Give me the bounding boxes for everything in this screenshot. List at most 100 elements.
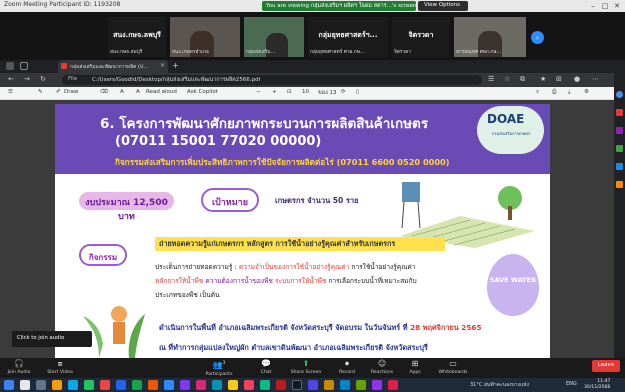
ask-copilot-button[interactable]: Ask Copilot bbox=[187, 89, 218, 95]
app-icon[interactable] bbox=[212, 380, 222, 390]
tooltip-text: Click to join audio bbox=[17, 335, 65, 341]
app-icon[interactable] bbox=[180, 380, 190, 390]
read-mode-icon[interactable]: ☰ bbox=[488, 75, 494, 83]
start-video-button[interactable]: ⧈ Start Video bbox=[44, 358, 76, 378]
page-number-input[interactable]: 10 bbox=[302, 89, 309, 95]
video-tile[interactable]: จิตรวดา จิตรวดา bbox=[392, 17, 450, 57]
tab-actions-icon[interactable] bbox=[20, 62, 28, 70]
chrome-icon[interactable] bbox=[84, 380, 94, 390]
zoom-icon[interactable] bbox=[164, 380, 174, 390]
maximize-icon[interactable]: □ bbox=[600, 1, 610, 11]
app-icon[interactable] bbox=[244, 380, 254, 390]
start-icon[interactable] bbox=[4, 380, 14, 390]
view-options-button[interactable]: View Options bbox=[418, 1, 468, 11]
pdf-settings-icon[interactable]: ⚙ bbox=[584, 89, 589, 95]
powerpoint-icon[interactable] bbox=[148, 380, 158, 390]
leave-button[interactable]: Leave bbox=[592, 360, 620, 372]
share-screen-button[interactable]: ⬆ Share Screen bbox=[288, 358, 324, 378]
fit-page-icon[interactable]: ⊡ bbox=[287, 89, 292, 95]
app-icon[interactable] bbox=[388, 380, 398, 390]
sidebar-app-icon[interactable] bbox=[616, 109, 623, 116]
page-view-icon[interactable]: ▯ bbox=[356, 89, 359, 95]
person-head bbox=[111, 306, 127, 322]
word-icon[interactable] bbox=[116, 380, 126, 390]
close-tab-icon[interactable]: ✕ bbox=[160, 62, 165, 69]
close-icon[interactable]: ✕ bbox=[612, 1, 622, 11]
url-field[interactable]: File C:/Users/GoodId/Desktop/กลุ่มส่งเสร… bbox=[62, 75, 482, 85]
browser-tab[interactable]: กลุ่มส่งเสริมและพัฒนาการผลิต (ป... ✕ bbox=[58, 60, 168, 73]
video-tile[interactable]: สนง.กษจ.ลพบุรี สนง.กษจ.ลพบุรี bbox=[108, 17, 166, 57]
print-icon[interactable]: ⎙ bbox=[552, 89, 556, 96]
body-line: หลักการให้น้ำพืช ความต้องการน้ำของพืช ระ… bbox=[155, 275, 417, 286]
file-explorer-icon[interactable] bbox=[52, 380, 62, 390]
profile-icon[interactable]: ● bbox=[574, 75, 580, 83]
back-icon[interactable]: ← bbox=[8, 75, 14, 83]
browser-menu-icon[interactable] bbox=[6, 62, 14, 70]
sidebar-app-icon[interactable] bbox=[616, 127, 623, 134]
edge-icon[interactable] bbox=[68, 380, 78, 390]
task-view-icon[interactable] bbox=[36, 380, 46, 390]
chat-icon: 💬 bbox=[261, 359, 271, 368]
app-icon[interactable] bbox=[356, 380, 366, 390]
video-tile[interactable]: สารสนเทศ ศพก.กษ... bbox=[454, 17, 526, 57]
topic-item: หลักการให้น้ำพืช bbox=[155, 277, 204, 285]
acrobat-icon[interactable] bbox=[100, 380, 110, 390]
sidebar-app-icon[interactable] bbox=[616, 163, 623, 170]
draw-icon[interactable]: ✐ bbox=[56, 89, 61, 95]
leaf-shape bbox=[128, 314, 145, 358]
tiktok-icon[interactable] bbox=[292, 380, 302, 390]
erase-icon[interactable]: ⌫ bbox=[100, 89, 108, 95]
video-tile[interactable]: กลุ่มยุทธศาสตร์ฯ... กลุ่มยุทธศาสตร์ ศวอ.… bbox=[308, 17, 388, 57]
participants-button[interactable]: 👥3 Participants bbox=[200, 358, 238, 378]
app-icon[interactable] bbox=[308, 380, 318, 390]
more-icon[interactable]: ⋯ bbox=[592, 75, 599, 83]
language-indicator[interactable]: ENG bbox=[566, 381, 577, 387]
search-icon[interactable] bbox=[20, 380, 30, 390]
app-icon[interactable] bbox=[372, 380, 382, 390]
app-icon[interactable] bbox=[196, 380, 206, 390]
highlight-icon[interactable]: ✎ bbox=[38, 89, 43, 95]
search-icon[interactable]: ⌕ bbox=[536, 89, 539, 96]
zoom-in-button[interactable]: + bbox=[272, 89, 277, 95]
app-icon[interactable] bbox=[340, 380, 350, 390]
draw-button[interactable]: Draw bbox=[64, 89, 78, 95]
read-aloud-button[interactable]: Read aloud bbox=[146, 89, 177, 95]
forward-icon[interactable]: → bbox=[24, 75, 30, 83]
read-aloud-icon[interactable]: A bbox=[136, 89, 140, 95]
system-clock[interactable]: 11:47 30/11/2566 bbox=[584, 379, 610, 391]
zoom-out-button[interactable]: − bbox=[256, 89, 261, 95]
app-icon[interactable] bbox=[324, 380, 334, 390]
body-line: ประเภทของพืช เป็นต้น bbox=[155, 291, 220, 299]
reactions-button[interactable]: ☺ Reactions bbox=[366, 358, 398, 378]
rotate-icon[interactable]: ⟳ bbox=[341, 89, 346, 95]
video-tile[interactable]: กลุ่มส่งเสริม... bbox=[244, 17, 304, 57]
record-button[interactable]: ⏺ Record bbox=[334, 358, 360, 378]
copilot-icon[interactable] bbox=[616, 91, 623, 98]
weather-widget[interactable]: 31°C ฝนฟ้าคะนองบางแห่ง bbox=[470, 381, 529, 389]
chevron-right-icon[interactable]: › bbox=[531, 31, 544, 44]
new-tab-icon[interactable]: + bbox=[172, 61, 179, 70]
app-icon[interactable] bbox=[276, 380, 286, 390]
excel-icon[interactable] bbox=[132, 380, 142, 390]
reload-icon[interactable]: ↻ bbox=[40, 75, 46, 83]
whiteboards-button[interactable]: ▭ Whiteboards bbox=[434, 358, 472, 378]
app-icon[interactable] bbox=[260, 380, 270, 390]
sidebar-app-icon[interactable] bbox=[616, 181, 623, 188]
start-video-label: Start Video bbox=[47, 370, 73, 375]
extensions-icon[interactable]: ⧉ bbox=[520, 75, 525, 84]
text-icon[interactable]: A bbox=[120, 89, 124, 95]
save-icon[interactable]: ⤓ bbox=[568, 89, 570, 96]
app-icon[interactable] bbox=[228, 380, 238, 390]
minimize-icon[interactable]: – bbox=[588, 1, 598, 11]
collections-icon[interactable]: ⊞ bbox=[556, 75, 562, 83]
chat-button[interactable]: 💬 Chat bbox=[254, 358, 278, 378]
view-options-label: View Options bbox=[424, 2, 461, 8]
video-tile[interactable]: สนง.เกษตรอำเภอ bbox=[170, 17, 240, 57]
favorites-bar-icon[interactable]: ★ bbox=[540, 75, 546, 83]
join-audio-button[interactable]: 🎧 Join Audio bbox=[4, 358, 34, 378]
favorite-icon[interactable]: ☆ bbox=[504, 75, 510, 83]
contents-icon[interactable]: ☰ bbox=[8, 89, 13, 95]
sidebar-app-icon[interactable] bbox=[616, 145, 623, 152]
record-label: Record bbox=[339, 370, 355, 375]
apps-button[interactable]: ⊞ Apps bbox=[404, 358, 426, 378]
